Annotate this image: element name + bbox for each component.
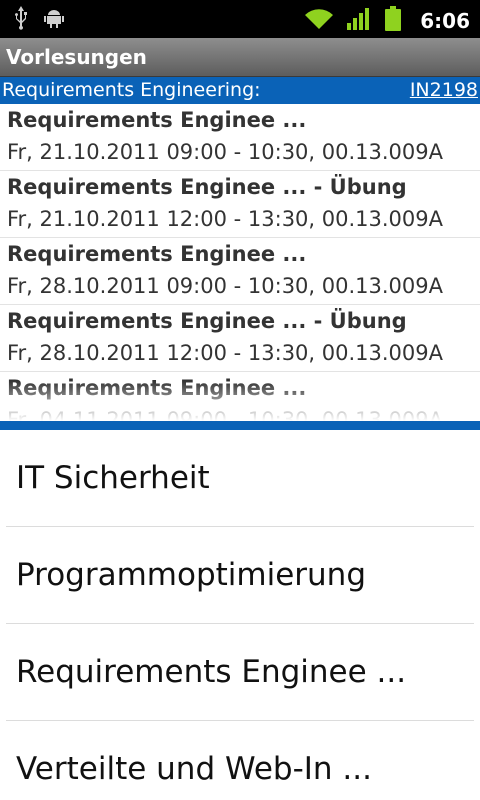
lecture-list[interactable]: Requirements Enginee ... Fr, 21.10.2011 … — [0, 104, 480, 421]
course-item[interactable]: IT Sicherheit — [6, 430, 474, 527]
lecture-item[interactable]: Requirements Enginee ... Fr, 28.10.2011 … — [0, 238, 480, 305]
lecture-details: Fr, 28.10.2011 12:00 - 13:30, 00.13.009A — [7, 341, 444, 365]
lecture-item[interactable]: Requirements Enginee ... Fr, 21.10.2011 … — [0, 104, 480, 171]
course-header: Requirements Engineering: IN2198 — [0, 77, 480, 104]
android-debug-icon — [42, 6, 66, 34]
lecture-details: Fr, 28.10.2011 09:00 - 10:30, 00.13.009A — [7, 274, 444, 298]
status-bar: 6:06 — [0, 0, 480, 38]
lecture-details: Fr, 04.11.2011 09:00 - 10:30, 00.13.009A — [7, 408, 444, 421]
lecture-details: Fr, 21.10.2011 09:00 - 10:30, 00.13.009A — [7, 140, 444, 164]
wifi-icon — [304, 7, 334, 35]
course-item[interactable]: Requirements Enginee ... — [6, 624, 474, 721]
lecture-details: Fr, 21.10.2011 12:00 - 13:30, 00.13.009A — [7, 207, 444, 231]
signal-icon — [346, 7, 372, 35]
section-divider — [0, 421, 480, 430]
lecture-item[interactable]: Requirements Enginee ... - Übung Fr, 28.… — [0, 305, 480, 372]
battery-icon — [384, 6, 402, 36]
lecture-title: Requirements Enginee ... — [7, 376, 307, 400]
lecture-item[interactable]: Requirements Enginee ... - Übung Fr, 21.… — [0, 171, 480, 238]
lecture-title: Requirements Enginee ... - Übung — [7, 175, 407, 199]
course-code-link[interactable]: IN2198 — [410, 77, 478, 104]
lecture-title: Requirements Enginee ... — [7, 108, 307, 132]
course-list[interactable]: IT Sicherheit Programmoptimierung Requir… — [0, 430, 480, 794]
lecture-title: Requirements Enginee ... - Übung — [7, 309, 407, 333]
course-item[interactable]: Programmoptimierung — [6, 527, 474, 624]
lecture-title: Requirements Enginee ... — [7, 242, 307, 266]
course-header-name: Requirements Engineering: — [2, 79, 261, 101]
lecture-item[interactable]: Requirements Enginee ... Fr, 04.11.2011 … — [0, 372, 480, 421]
clock: 6:06 — [420, 9, 470, 33]
usb-icon — [14, 6, 28, 34]
course-item[interactable]: Verteilte und Web-In ... — [6, 721, 474, 794]
app-title: Vorlesungen — [0, 38, 480, 77]
